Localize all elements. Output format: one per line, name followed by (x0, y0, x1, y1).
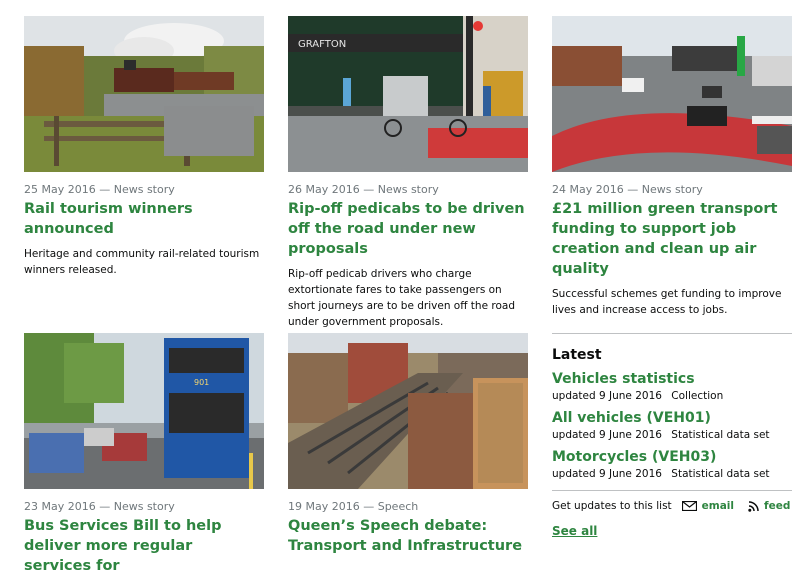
news-card: 24 May 2016 — News story £21 million gre… (552, 16, 792, 318)
latest-item-type: Statistical data set (671, 429, 770, 441)
news-card: 19 May 2016 — Speech Queen’s Speech deba… (288, 333, 528, 556)
feed-label: feed (764, 500, 791, 512)
latest-item-meta: updated 9 June 2016 Collection (552, 389, 792, 403)
updates-label: Get updates to this list (552, 500, 672, 512)
card-description: Heritage and community rail-related tour… (24, 248, 260, 276)
see-all-link[interactable]: See all (552, 524, 792, 538)
card-title-link[interactable]: £21 million green transport funding to s… (552, 199, 792, 279)
latest-item-meta: updated 9 June 2016 Statistical data set (552, 428, 792, 442)
latest-item-link[interactable]: Vehicles statistics (552, 370, 792, 389)
latest-item-type: Collection (671, 390, 724, 402)
card-title-link[interactable]: Rail tourism winners announced (24, 199, 264, 239)
latest-item: All vehicles (VEH01) updated 9 June 2016… (552, 409, 792, 442)
updates-row: Get updates to this list email feed (552, 490, 792, 512)
card-description: Successful schemes get funding to improv… (552, 288, 782, 316)
latest-item-type: Statistical data set (671, 468, 770, 480)
card-title-link[interactable]: Bus Services Bill to help deliver more r… (24, 516, 264, 576)
latest-item: Vehicles statistics updated 9 June 2016 … (552, 370, 792, 403)
email-updates-link[interactable]: email (681, 500, 735, 512)
latest-item: Motorcycles (VEH03) updated 9 June 2016 … (552, 448, 792, 481)
shop-sign-text: GRAFTON (298, 39, 346, 50)
green-transport-image[interactable] (552, 16, 792, 172)
card-meta: 23 May 2016 — News story (24, 500, 175, 513)
news-card: GRAFTON 26 May 2016 — News story Rip-off… (288, 16, 528, 330)
email-icon (681, 501, 697, 511)
feed-link[interactable]: feed (748, 500, 790, 512)
pedicab-image[interactable]: GRAFTON (288, 16, 528, 172)
card-description: Rip-off pedicab drivers who charge extor… (288, 268, 515, 328)
latest-heading: Latest (552, 347, 602, 363)
news-card: 901 23 May 2016 — News story Bus Service… (24, 333, 264, 576)
latest-panel: Latest Vehicles statistics updated 9 Jun… (552, 333, 792, 538)
railway-aerial-image[interactable] (288, 333, 528, 489)
latest-item-updated: updated 9 June 2016 (552, 468, 662, 480)
card-title-link[interactable]: Queen’s Speech debate: Transport and Inf… (288, 516, 528, 556)
card-meta: 25 May 2016 — News story (24, 183, 175, 196)
latest-item-meta: updated 9 June 2016 Statistical data set (552, 467, 792, 481)
rss-feed-icon (748, 500, 759, 512)
latest-item-link[interactable]: All vehicles (VEH01) (552, 409, 792, 428)
email-label: email (701, 500, 735, 512)
rail-tourism-image[interactable] (24, 16, 264, 172)
card-meta: 19 May 2016 — Speech (288, 500, 419, 513)
bus-route-text: 901 (194, 378, 209, 387)
latest-item-updated: updated 9 June 2016 (552, 429, 662, 441)
latest-item-link[interactable]: Motorcycles (VEH03) (552, 448, 792, 467)
card-title-link[interactable]: Rip-off pedicabs to be driven off the ro… (288, 199, 528, 259)
card-meta: 26 May 2016 — News story (288, 183, 439, 196)
latest-item-updated: updated 9 June 2016 (552, 390, 662, 402)
card-meta: 24 May 2016 — News story (552, 183, 703, 196)
bus-image[interactable]: 901 (24, 333, 264, 489)
news-card: 25 May 2016 — News story Rail tourism wi… (24, 16, 264, 278)
